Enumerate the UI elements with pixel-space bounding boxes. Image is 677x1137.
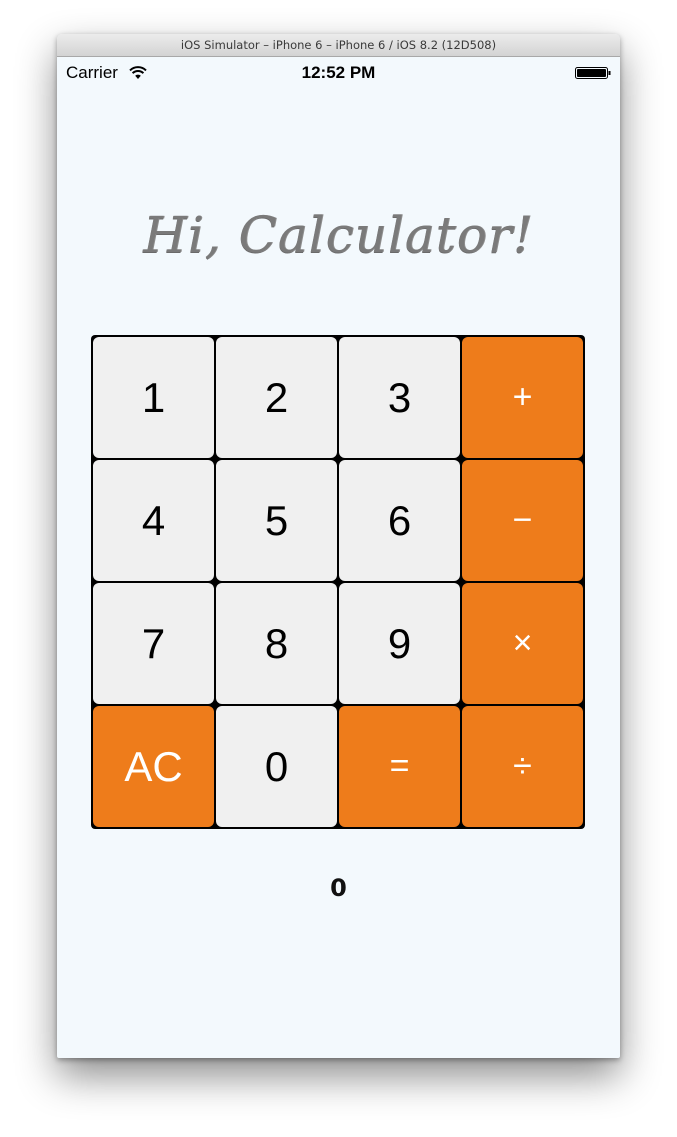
key-6[interactable]: 6 — [339, 460, 460, 581]
key-8[interactable]: 8 — [216, 583, 337, 704]
key-1[interactable]: 1 — [93, 337, 214, 458]
calculator-keypad: 1 2 3 + 4 5 6 − 7 8 9 × AC 0 = ÷ — [91, 335, 585, 829]
key-5[interactable]: 5 — [216, 460, 337, 581]
result-display: 0 — [330, 874, 347, 902]
battery-icon — [575, 67, 611, 79]
key-9[interactable]: 9 — [339, 583, 460, 704]
simulator-window: iOS Simulator – iPhone 6 – iPhone 6 / iO… — [57, 34, 620, 1058]
status-bar: Carrier 12:52 PM — [57, 57, 620, 87]
key-7[interactable]: 7 — [93, 583, 214, 704]
equals-button[interactable]: = — [339, 706, 460, 827]
multiply-button[interactable]: × — [462, 583, 583, 704]
key-4[interactable]: 4 — [93, 460, 214, 581]
divide-button[interactable]: ÷ — [462, 706, 583, 827]
key-3[interactable]: 3 — [339, 337, 460, 458]
window-title: iOS Simulator – iPhone 6 – iPhone 6 / iO… — [57, 34, 620, 57]
clear-button[interactable]: AC — [93, 706, 214, 827]
app-headline: Hi, Calculator! — [143, 206, 534, 264]
plus-button[interactable]: + — [462, 337, 583, 458]
key-0[interactable]: 0 — [216, 706, 337, 827]
minus-button[interactable]: − — [462, 460, 583, 581]
key-2[interactable]: 2 — [216, 337, 337, 458]
status-time: 12:52 PM — [301, 63, 376, 82]
